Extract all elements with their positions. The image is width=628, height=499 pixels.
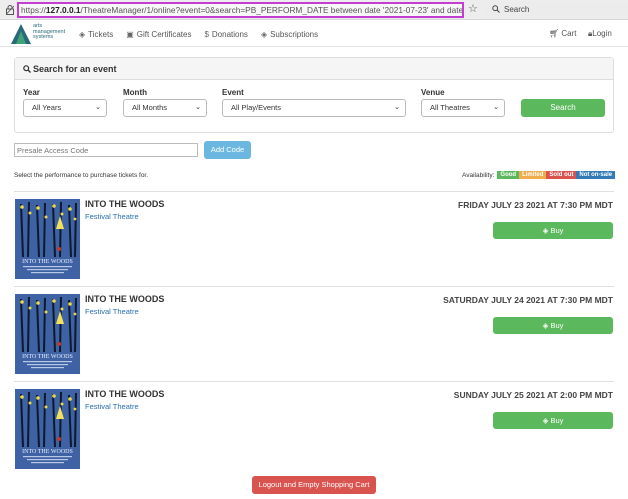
tag-icon: ◈ xyxy=(79,29,86,39)
instructions-text: Select the performance to purchase ticke… xyxy=(14,172,149,179)
poster-art: INTO THE WOODS xyxy=(15,389,80,469)
performance-date: SATURDAY JULY 24 2021 AT 7:30 PM MDT xyxy=(443,295,613,305)
month-label: Month xyxy=(123,88,147,97)
url-scheme: https:// xyxy=(21,5,46,15)
cart-link[interactable]: 🛒︎ Cart xyxy=(549,29,577,38)
address-bar[interactable]: https://127.0.0.1/TheatreManager/1/onlin… xyxy=(17,2,464,18)
poster-title: INTO THE WOODS xyxy=(22,354,73,360)
poster-title: INTO THE WOODS xyxy=(22,259,73,265)
nav-label: Subscriptions xyxy=(270,29,319,39)
browser-toolbar: https://127.0.0.1/TheatreManager/1/onlin… xyxy=(0,0,628,20)
divider xyxy=(14,191,614,192)
badge-limited: Limited xyxy=(519,171,547,179)
show-poster[interactable]: INTO THE WOODS xyxy=(15,199,80,279)
venue-label: Venue xyxy=(421,88,445,97)
divider xyxy=(14,286,614,287)
nav-gift-certificates[interactable]: ▣ Gift Certificates xyxy=(126,30,191,39)
availability-label: Availability: xyxy=(462,171,495,179)
nav-subscriptions[interactable]: ◈ Subscriptions xyxy=(261,30,318,39)
nav-donations[interactable]: $ Donations xyxy=(204,30,247,39)
show-poster[interactable]: INTO THE WOODS xyxy=(15,389,80,469)
venue-select[interactable]: All Theatres ⌄ xyxy=(421,99,505,117)
nav-label: Donations xyxy=(211,29,248,39)
event-value: All Play/Events xyxy=(231,103,282,112)
event-select[interactable]: All Play/Events ⌄ xyxy=(222,99,406,117)
lock-icon xyxy=(6,5,14,15)
poster-art: INTO THE WOODS xyxy=(15,199,80,279)
year-select[interactable]: All Years ⌄ xyxy=(23,99,107,117)
show-title[interactable]: INTO THE WOODS xyxy=(85,199,164,209)
poster-title: INTO THE WOODS xyxy=(22,449,73,455)
cart-icon: 🛒︎ xyxy=(549,29,560,38)
url-host: 127.0.0.1 xyxy=(45,5,81,15)
panel-heading: Search for an event xyxy=(15,58,613,80)
site-logo[interactable]: arts management systems xyxy=(10,23,80,45)
browser-search-box[interactable]: Search xyxy=(486,2,628,18)
gift-icon: ▣ xyxy=(126,29,134,39)
buy-label: Buy xyxy=(550,321,564,330)
add-code-button[interactable]: Add Code xyxy=(204,141,251,159)
search-icon xyxy=(492,5,500,13)
buy-button[interactable]: ◈ Buy xyxy=(493,222,613,239)
panel-title: Search for an event xyxy=(33,64,117,74)
chevron-down-icon: ⌄ xyxy=(493,104,499,111)
availability-legend: Availability: Good Limited Sold out Not … xyxy=(462,171,616,179)
venue-link[interactable]: Festival Theatre xyxy=(85,212,139,221)
event-search-panel: Search for an event Year All Years ⌄ Mont… xyxy=(14,57,614,133)
tags-icon: ◈ xyxy=(260,29,268,39)
search-icon xyxy=(23,65,31,73)
logout-empty-cart-button[interactable]: Logout and Empty Shopping Cart xyxy=(252,476,376,494)
month-value: All Months xyxy=(132,103,168,112)
venue-link[interactable]: Festival Theatre xyxy=(85,307,139,316)
site-navbar: arts management systems ◈ Tickets ▣ Gift C… xyxy=(0,21,628,47)
cart-label: Cart xyxy=(561,29,577,38)
browser-search-placeholder: Search xyxy=(504,5,530,14)
nav-links: ◈ Tickets ▣ Gift Certificates $ Donations ◈… xyxy=(79,21,331,47)
badge-good: Good xyxy=(497,171,520,179)
logo-text: arts management systems xyxy=(33,23,65,41)
url-path: /TheatreManager/1/online?event=0&search=… xyxy=(80,5,464,15)
month-select[interactable]: All Months ⌄ xyxy=(123,99,207,117)
venue-value: All Theatres xyxy=(430,103,470,112)
buy-button[interactable]: ◈ Buy xyxy=(493,412,613,429)
nav-label: Gift Certificates xyxy=(136,29,192,39)
show-title[interactable]: INTO THE WOODS xyxy=(85,389,164,399)
year-label: Year xyxy=(23,88,40,97)
buy-label: Buy xyxy=(550,226,564,235)
performance-date: FRIDAY JULY 23 2021 AT 7:30 PM MDT xyxy=(458,200,613,210)
login-label: Login xyxy=(592,29,612,38)
nav-label: Tickets xyxy=(88,29,114,39)
venue-link[interactable]: Festival Theatre xyxy=(85,402,139,411)
chevron-down-icon: ⌄ xyxy=(95,104,101,111)
buy-label: Buy xyxy=(550,416,564,425)
show-poster[interactable]: INTO THE WOODS xyxy=(15,294,80,374)
logo-mark-icon xyxy=(11,24,31,44)
login-link[interactable]: 🔒︎Login xyxy=(588,29,612,39)
presale-code-input[interactable] xyxy=(14,143,198,157)
bookmark-star-icon[interactable]: ☆ xyxy=(468,3,478,15)
chevron-down-icon: ⌄ xyxy=(195,104,201,111)
performance-date: SUNDAY JULY 25 2021 AT 2:00 PM MDT xyxy=(453,390,613,400)
dollar-icon: $ xyxy=(204,29,209,39)
poster-art: INTO THE WOODS xyxy=(15,294,80,374)
show-title[interactable]: INTO THE WOODS xyxy=(85,294,164,304)
logo-line: systems xyxy=(33,34,54,40)
buy-button[interactable]: ◈ Buy xyxy=(493,317,613,334)
event-label: Event xyxy=(222,88,244,97)
divider xyxy=(14,381,614,382)
year-value: All Years xyxy=(32,103,62,112)
nav-tickets[interactable]: ◈ Tickets xyxy=(79,30,113,39)
chevron-down-icon: ⌄ xyxy=(394,104,400,111)
search-button[interactable]: Search xyxy=(521,99,605,117)
badge-not-on-sale: Not on-sale xyxy=(576,171,616,179)
badge-sold-out: Sold out xyxy=(546,171,577,179)
